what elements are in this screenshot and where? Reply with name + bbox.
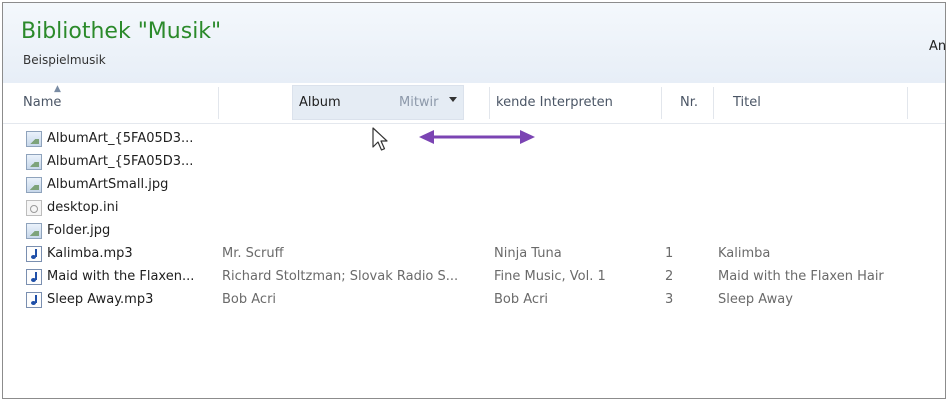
cell-nr: 2: [665, 269, 674, 284]
cell-artist: Bob Acri: [222, 292, 277, 307]
library-subtitle: Beispielmusik: [23, 53, 106, 67]
cell-artist: Mr. Scruff: [222, 246, 284, 261]
column-header-mitwirkende-hidden-part: Mitwir: [399, 95, 439, 110]
library-header: Bibliothek "Musik" Beispielmusik An: [3, 3, 945, 84]
image-file-icon: [26, 130, 42, 147]
column-header-mitwirkende-label: kende Interpreten: [496, 95, 613, 110]
column-separator[interactable]: [489, 87, 490, 119]
dragged-column-label-album: Album: [299, 95, 341, 110]
column-header-titel-label: Titel: [733, 95, 761, 110]
column-header-nr-label: Nr.: [680, 95, 699, 110]
file-name: AlbumArtSmall.jpg: [47, 177, 169, 192]
image-file-icon: [26, 153, 42, 170]
column-header-nr[interactable]: Nr.: [680, 83, 698, 123]
cell-title: Maid with the Flaxen Hair: [718, 269, 884, 284]
sort-ascending-icon: ▲: [54, 84, 61, 94]
audio-file-icon: [26, 291, 42, 308]
cell-title: Kalimba: [718, 246, 771, 261]
column-header-titel[interactable]: Titel: [733, 83, 761, 123]
file-name: desktop.ini: [47, 200, 119, 215]
chevron-down-icon[interactable]: [449, 97, 457, 102]
cell-nr: 3: [665, 292, 674, 307]
file-name: Maid with the Flaxen...: [47, 269, 195, 284]
column-header-bar: ▲ Name kende Interpreten Nr. Titel: [3, 83, 945, 124]
column-separator[interactable]: [218, 87, 219, 119]
file-name: Kalimba.mp3: [47, 246, 133, 261]
list-item[interactable]: Maid with the Flaxen... Richard Stoltzma…: [3, 265, 945, 288]
column-separator[interactable]: [907, 87, 908, 119]
list-item[interactable]: Sleep Away.mp3 Bob Acri Bob Acri 3 Sleep…: [3, 288, 945, 311]
image-file-icon: [26, 222, 42, 239]
list-item[interactable]: Folder.jpg: [3, 219, 945, 242]
list-item[interactable]: Kalimba.mp3 Mr. Scruff Ninja Tuna 1 Kali…: [3, 242, 945, 265]
library-title: Bibliothek "Musik": [21, 19, 222, 44]
mouse-pointer-icon: [372, 127, 388, 151]
arrange-by-label[interactable]: An: [929, 39, 945, 54]
column-separator[interactable]: [661, 87, 662, 119]
explorer-window: Bibliothek "Musik" Beispielmusik An ▲ Na…: [2, 2, 946, 399]
file-name: AlbumArt_{5FA05D3...: [47, 131, 194, 146]
audio-file-icon: [26, 268, 42, 285]
double-arrow-icon: [419, 130, 535, 144]
cell-album: Fine Music, Vol. 1: [494, 269, 606, 284]
file-name: Folder.jpg: [47, 223, 111, 238]
list-item[interactable]: AlbumArtSmall.jpg: [3, 173, 945, 196]
list-item[interactable]: desktop.ini: [3, 196, 945, 219]
column-header-name-label: Name: [23, 95, 62, 110]
cell-album: Ninja Tuna: [494, 246, 562, 261]
settings-file-icon: [26, 199, 42, 216]
cell-album: Bob Acri: [494, 292, 549, 307]
audio-file-icon: [26, 245, 42, 262]
cell-artist: Richard Stoltzman; Slovak Radio S...: [222, 269, 459, 284]
column-header-name[interactable]: ▲ Name: [23, 83, 61, 123]
file-name: Sleep Away.mp3: [47, 292, 154, 307]
column-header-mitwirkende[interactable]: kende Interpreten: [496, 83, 613, 123]
image-file-icon: [26, 176, 42, 193]
list-item[interactable]: AlbumArt_{5FA05D3...: [3, 150, 945, 173]
cell-title: Sleep Away: [718, 292, 793, 307]
file-list: AlbumArt_{5FA05D3... AlbumArt_{5FA05D3..…: [3, 127, 945, 311]
cell-nr: 1: [665, 246, 674, 261]
column-separator[interactable]: [713, 87, 714, 119]
file-name: AlbumArt_{5FA05D3...: [47, 154, 194, 169]
